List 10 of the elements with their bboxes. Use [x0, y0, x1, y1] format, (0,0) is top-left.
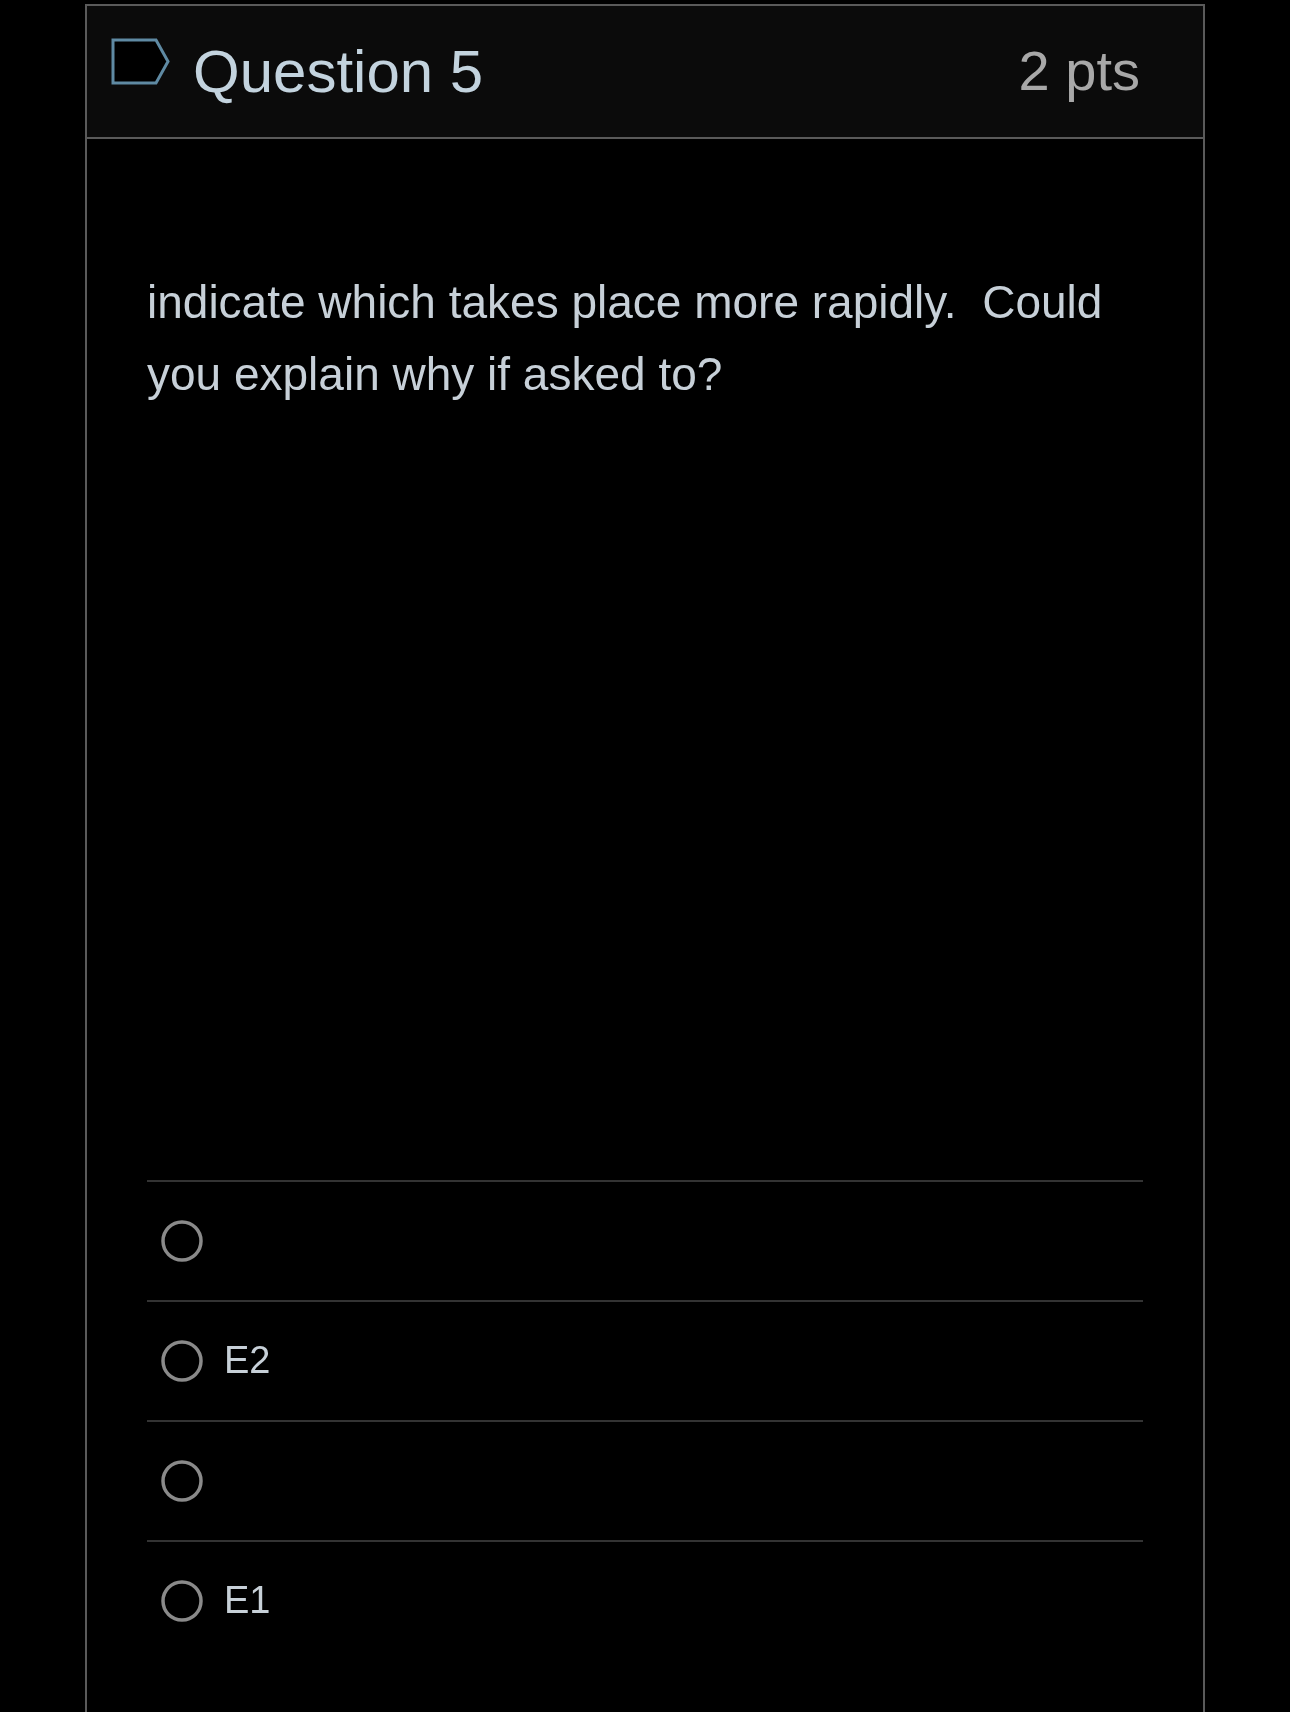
radio-button[interactable]: [161, 1580, 203, 1622]
question-title: Question 5: [193, 37, 484, 106]
radio-button[interactable]: [161, 1460, 203, 1502]
tag-icon[interactable]: [111, 38, 170, 85]
question-text: indicate which takes place more rapidly. Could you explain why if asked to?: [147, 275, 1104, 402]
points-label: 2 pts: [1018, 39, 1140, 104]
radio-button[interactable]: [161, 1220, 203, 1262]
radio-button[interactable]: [161, 1340, 203, 1382]
option-label: E1: [224, 1579, 271, 1623]
option-label: E2: [224, 1339, 271, 1383]
